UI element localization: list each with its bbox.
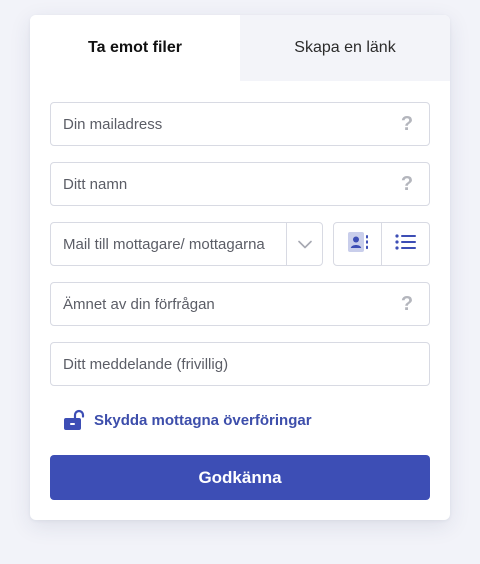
protect-transfers-link[interactable]: Skydda mottagna överföringar — [63, 409, 312, 431]
list-icon — [394, 233, 417, 256]
name-placeholder: Ditt namn — [63, 175, 128, 193]
message-placeholder: Ditt meddelande (frivillig) — [63, 355, 229, 373]
subject-placeholder: Ämnet av din förfrågan — [63, 295, 215, 313]
receive-files-card: Ta emot filer Skapa en länk Din mailadre… — [30, 15, 450, 520]
message-field[interactable]: Ditt meddelande (frivillig) — [50, 342, 430, 386]
tab-receive-files[interactable]: Ta emot filer — [30, 15, 240, 81]
submit-button[interactable]: Godkänna — [50, 455, 430, 500]
tab-bar: Ta emot filer Skapa en länk — [30, 15, 450, 81]
question-mark-icon[interactable]: ? — [397, 173, 417, 196]
unlocked-padlock-icon — [63, 409, 85, 431]
recipient-placeholder: Mail till mottagare/ mottagarna — [63, 235, 265, 253]
tab-create-link[interactable]: Skapa en länk — [240, 15, 450, 81]
name-field[interactable]: Ditt namn ? — [50, 162, 430, 206]
question-mark-icon[interactable]: ? — [397, 113, 417, 136]
address-book-icon — [347, 231, 369, 258]
contacts-button[interactable] — [334, 223, 381, 265]
question-mark-icon[interactable]: ? — [397, 293, 417, 316]
email-placeholder: Din mailadress — [63, 115, 163, 133]
recipient-select[interactable]: Mail till mottagare/ mottagarna — [50, 222, 323, 266]
email-field[interactable]: Din mailadress ? — [50, 102, 430, 146]
recipient-tools — [333, 222, 430, 266]
protect-transfers-label: Skydda mottagna överföringar — [94, 411, 312, 429]
subject-field[interactable]: Ämnet av din förfrågan ? — [50, 282, 430, 326]
chevron-down-icon[interactable] — [286, 223, 322, 265]
list-button[interactable] — [381, 223, 429, 265]
